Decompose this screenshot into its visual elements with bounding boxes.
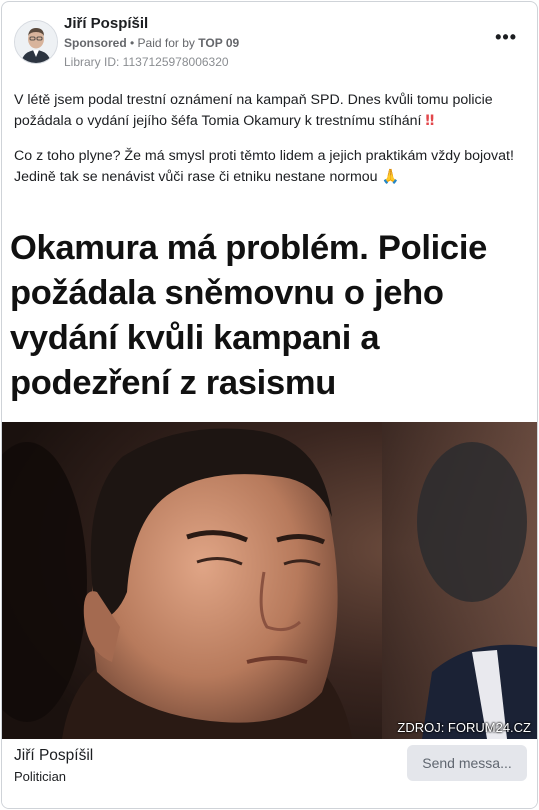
library-id: Library ID: 1137125978006320 xyxy=(64,55,229,69)
footer-page-name[interactable]: Jiří Pospíšil xyxy=(14,747,93,765)
post-paragraph-1: V létě jsem podal trestní oznámení na ka… xyxy=(14,90,526,132)
headline-text: Okamura má problém. Policie požádala sně… xyxy=(10,229,487,402)
ad-photo[interactable]: ZDROJ: FORUM24.CZ xyxy=(2,422,537,739)
ad-header: Jiří Pospíšil Sponsored • Paid for by TO… xyxy=(2,2,537,82)
paid-for-name[interactable]: TOP 09 xyxy=(198,36,239,50)
folded-hands-icon: 🙏 xyxy=(381,169,400,185)
sponsored-line: Sponsored • Paid for by TOP 09 xyxy=(64,36,239,50)
ad-headline-image[interactable]: Okamura má problém. Policie požádala sně… xyxy=(2,210,537,422)
post-paragraph-2: Co z toho plyne? Že má smysl proti těmto… xyxy=(14,146,526,188)
post-text: V létě jsem podal trestní oznámení na ka… xyxy=(14,90,526,202)
advertiser-avatar[interactable] xyxy=(14,20,58,64)
sponsored-label: Sponsored xyxy=(64,36,127,50)
double-exclamation-icon: ‼ xyxy=(425,113,435,129)
image-source-credit: ZDROJ: FORUM24.CZ xyxy=(397,720,531,735)
paid-for-prefix: • Paid for by xyxy=(130,36,195,50)
advertiser-name[interactable]: Jiří Pospíšil xyxy=(64,15,148,32)
paragraph-1-text: V létě jsem podal trestní oznámení na ka… xyxy=(14,92,493,129)
paragraph-2-text: Co z toho plyne? Že má smysl proti těmto… xyxy=(14,148,514,185)
ad-card: Jiří Pospíšil Sponsored • Paid for by TO… xyxy=(1,1,538,809)
more-options-icon[interactable]: ••• xyxy=(495,28,517,46)
send-message-button[interactable]: Send messa... xyxy=(407,745,527,781)
ad-footer: Jiří Pospíšil Politician Send messa... xyxy=(2,739,537,808)
footer-page-category: Politician xyxy=(14,769,67,784)
